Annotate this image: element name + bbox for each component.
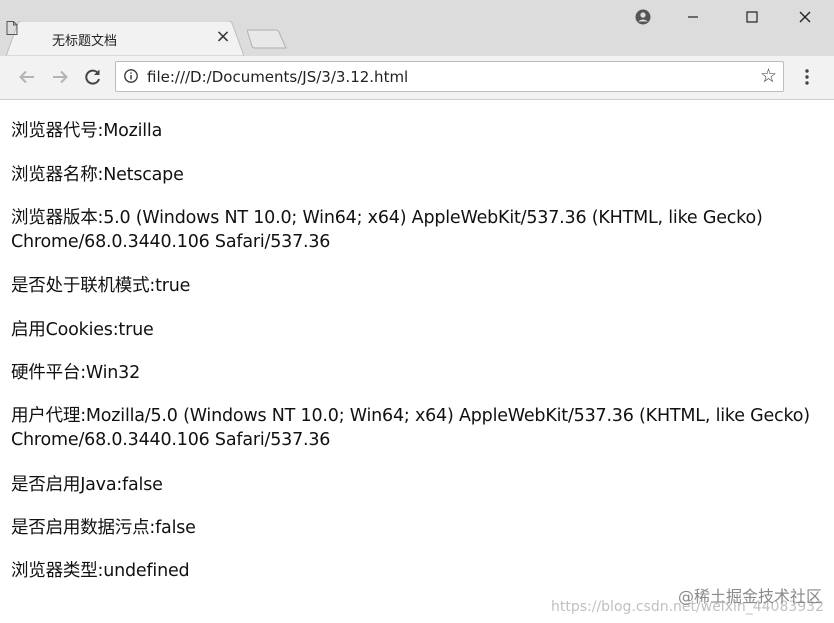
- arrow-left-icon: [19, 70, 34, 84]
- browser-type-line: 浏览器类型:undefined: [11, 561, 190, 581]
- tab-close-icon[interactable]: ×: [215, 28, 231, 46]
- menu-button[interactable]: [797, 64, 817, 90]
- tab-title: 无标题文档: [52, 34, 118, 49]
- close-icon: [799, 11, 811, 23]
- forward-button[interactable]: [47, 64, 73, 90]
- browser-version-line: 浏览器版本:5.0 (Windows NT 10.0; Win64; x64) …: [11, 208, 763, 252]
- account-circle-icon: [635, 9, 651, 25]
- user-agent-line: 用户代理:Mozilla/5.0 (Windows NT 10.0; Win64…: [11, 406, 810, 450]
- reload-icon: [85, 69, 100, 85]
- online-mode-line: 是否处于联机模式:true: [11, 276, 191, 296]
- bookmark-star-icon[interactable]: ☆: [760, 66, 777, 86]
- close-button[interactable]: [782, 0, 828, 34]
- platform-line: 硬件平台:Win32: [11, 363, 141, 383]
- browser-name-line: 浏览器名称:Netscape: [11, 165, 184, 185]
- browser-codename-line: 浏览器代号:Mozilla: [11, 121, 163, 141]
- maximize-icon: [746, 11, 758, 23]
- toolbar: file:///D:/Documents/JS/3/3.12.html ☆: [0, 56, 834, 98]
- cookies-enabled-line: 启用Cookies:true: [11, 320, 154, 340]
- minimize-button[interactable]: [670, 0, 716, 34]
- minimize-icon: [688, 16, 698, 18]
- tab-active[interactable]: 无标题文档 ×: [6, 21, 244, 56]
- reload-button[interactable]: [80, 64, 106, 90]
- data-tainting-line: 是否启用数据污点:false: [11, 518, 196, 538]
- url-text[interactable]: file:///D:/Documents/JS/3/3.12.html: [147, 68, 408, 86]
- profile-icon[interactable]: [620, 0, 666, 34]
- watermark-brand: @稀土掘金技术社区: [677, 587, 822, 606]
- back-button[interactable]: [14, 64, 40, 90]
- more-vertical-icon: [805, 69, 809, 85]
- tab-shape: [6, 21, 244, 56]
- info-icon[interactable]: [124, 69, 138, 83]
- title-bar: 无标题文档 ×: [0, 0, 834, 56]
- browser-chrome: 无标题文档 × file:///D:/Documents/JS/3/3.12.h…: [0, 0, 834, 100]
- arrow-right-icon: [53, 70, 68, 84]
- java-enabled-line: 是否启用Java:false: [11, 475, 163, 495]
- document-icon: [6, 21, 18, 35]
- address-bar[interactable]: file:///D:/Documents/JS/3/3.12.html ☆: [115, 61, 784, 92]
- maximize-button[interactable]: [729, 0, 775, 34]
- new-tab-button[interactable]: [247, 29, 287, 49]
